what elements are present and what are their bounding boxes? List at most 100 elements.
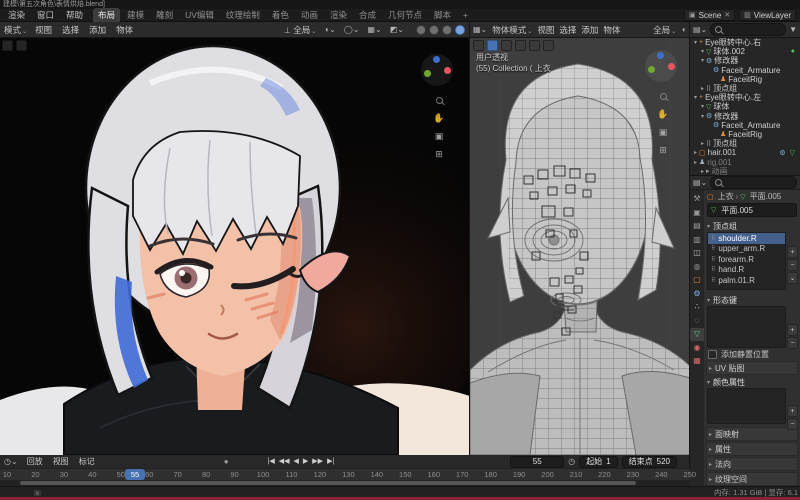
- disclosure-icon[interactable]: ▸: [692, 149, 699, 156]
- outliner-search-input[interactable]: [710, 23, 787, 36]
- current-frame-field[interactable]: 55: [510, 455, 565, 468]
- topbar-menu[interactable]: 帮助: [66, 9, 83, 21]
- vertex-groups-panel-header[interactable]: ▾ 顶点组: [704, 220, 800, 232]
- outliner-row[interactable]: ▾ ⚙ 修改器: [690, 56, 800, 65]
- properties-search-input[interactable]: [710, 176, 797, 189]
- vertex-group-item[interactable]: ⠿ palm.01.R: [708, 275, 785, 286]
- vertex-group-item[interactable]: ⠿ hand.R: [708, 265, 785, 276]
- workspace-tab[interactable]: 着色: [267, 8, 294, 22]
- scrollbar-thumb[interactable]: [20, 481, 636, 485]
- workspace-tab[interactable]: 脚本: [429, 8, 456, 22]
- outliner-row[interactable]: ▾ + Eye眼转中心.左: [690, 93, 800, 102]
- xray-toggle-icon[interactable]: [501, 40, 512, 51]
- rendered-viewport[interactable]: ✋ ▣ ⊞: [0, 38, 470, 455]
- axis-y-icon[interactable]: [424, 70, 431, 77]
- remove-button[interactable]: −: [787, 337, 798, 349]
- viewport-menu[interactable]: 选择: [559, 24, 576, 36]
- outliner-row[interactable]: ♟ FaceitRig: [690, 75, 800, 84]
- add-button[interactable]: +: [787, 324, 798, 336]
- collapsed-section[interactable]: ▸ 面映射: [706, 427, 798, 441]
- viewport-menu[interactable]: 物体: [116, 24, 133, 36]
- scene-selector[interactable]: ▣ Scene ✕: [683, 9, 736, 21]
- outliner-row[interactable]: ▸ ♟ rig.001: [690, 157, 800, 167]
- properties-tab-particles[interactable]: ∴: [690, 301, 704, 314]
- disclosure-icon[interactable]: ▾: [692, 94, 699, 101]
- frame-start-field[interactable]: 起始 1: [579, 455, 618, 468]
- timeline-menu[interactable]: 标记: [79, 456, 95, 467]
- timeline-editor-icon[interactable]: ◷⌄: [4, 457, 18, 466]
- properties-tab-world[interactable]: ◍: [690, 261, 704, 274]
- viewport-menu[interactable]: 添加: [89, 24, 106, 36]
- gizmo-toggle-icon[interactable]: [473, 40, 484, 51]
- camera-view-icon[interactable]: ▣: [657, 126, 669, 138]
- viewport-menu[interactable]: 物体: [603, 24, 620, 36]
- properties-tab-object-data[interactable]: ▽: [690, 328, 704, 341]
- snap-magnet-icon[interactable]: ◖⌄: [324, 25, 336, 34]
- axis-z-icon[interactable]: [657, 52, 664, 59]
- rest-position-checkbox[interactable]: [708, 349, 717, 359]
- workspace-tab[interactable]: 动画: [296, 8, 323, 22]
- collapsed-section[interactable]: ▸ 法向: [706, 457, 798, 471]
- outliner-row[interactable]: ▸ ▢ hair.001 ⚙ ▽: [690, 148, 800, 157]
- collapsed-section[interactable]: ▸ 纹理空间: [706, 472, 798, 486]
- tool-icon[interactable]: [2, 40, 13, 51]
- add-button[interactable]: +: [787, 246, 798, 258]
- add-button[interactable]: +: [787, 405, 798, 417]
- play-reverse-button[interactable]: ◀: [294, 458, 299, 465]
- filter-icon[interactable]: ▼: [789, 25, 797, 34]
- properties-tab-output[interactable]: ▤: [690, 220, 704, 233]
- solid-shading-icon[interactable]: [429, 24, 439, 35]
- next-keyframe-button[interactable]: ▶▶: [312, 458, 323, 465]
- jump-to-start-button[interactable]: |◀: [268, 458, 275, 465]
- vertex-group-item[interactable]: ⠿ shoulder.R: [708, 233, 785, 244]
- navigation-gizmo[interactable]: [645, 50, 677, 82]
- breadcrumb-object[interactable]: 上衣: [718, 191, 734, 202]
- outliner-row[interactable]: ▾ ⚙ 修改器: [690, 112, 800, 121]
- axis-x-icon[interactable]: [668, 63, 675, 70]
- workspace-tab[interactable]: 纹理绘制: [221, 8, 265, 22]
- disclosure-icon[interactable]: ▾: [699, 113, 706, 120]
- overlays-toggle-icon[interactable]: [487, 40, 498, 51]
- current-frame-badge[interactable]: 55: [125, 469, 146, 480]
- workspace-tab[interactable]: 几何节点: [383, 8, 427, 22]
- orientation-dropdown[interactable]: ⊥ 全局⌄: [284, 24, 316, 36]
- disclosure-icon[interactable]: ▾: [699, 103, 706, 110]
- specials-menu-button[interactable]: ⌄: [787, 272, 798, 284]
- workspace-tab[interactable]: UV编辑: [180, 8, 219, 22]
- topbar-menu[interactable]: 渲染: [8, 9, 25, 21]
- outliner-row[interactable]: ▸ ▸ 动画: [690, 167, 800, 175]
- frame-end-field[interactable]: 结束点 520: [621, 455, 677, 468]
- section-uv-maps[interactable]: ▸ UV 贴图: [706, 361, 798, 375]
- workspace-tab[interactable]: 渲染: [325, 8, 352, 22]
- outliner-row[interactable]: ⚙ Faceit_Armature: [690, 66, 800, 75]
- editor-type-icon[interactable]: ▦⌄: [473, 25, 487, 34]
- snap-magnet-icon[interactable]: ◖: [681, 25, 686, 34]
- auto-keying-icon[interactable]: ●: [224, 457, 229, 466]
- color-attributes-panel-header[interactable]: ▾ 颜色属性: [704, 376, 800, 388]
- workspace-tab[interactable]: 雕刻: [151, 8, 178, 22]
- ortho-toggle-icon[interactable]: ⊞: [433, 148, 445, 160]
- axis-z-icon[interactable]: [433, 56, 440, 63]
- orientation-dropdown[interactable]: 全局⌄: [653, 24, 676, 36]
- properties-tab-modifiers[interactable]: ⚙: [690, 288, 704, 301]
- outliner-row[interactable]: ▾ + Eye眼转中心.右: [690, 38, 800, 47]
- wireframe-viewport[interactable]: 用户透视 (55) Collection ( 上衣 ✋ ▣ ⊞: [470, 38, 690, 455]
- vertex-group-item[interactable]: ⠿ upper_arm.R: [708, 244, 785, 255]
- shape-keys-panel-header[interactable]: ▾ 形态键: [704, 294, 800, 306]
- jump-to-end-button[interactable]: ▶|: [327, 458, 334, 465]
- remove-button[interactable]: −: [787, 418, 798, 430]
- properties-tab-physics[interactable]: ◌: [690, 315, 704, 328]
- outliner-row[interactable]: ⚙ Faceit_Armature: [690, 121, 800, 130]
- rendered-shading-icon[interactable]: [455, 24, 465, 35]
- play-button[interactable]: ▶: [303, 458, 308, 465]
- options-icon[interactable]: [16, 40, 27, 51]
- camera-view-icon[interactable]: ▣: [433, 130, 445, 142]
- workspace-tab[interactable]: +: [458, 9, 473, 21]
- properties-editor-icon[interactable]: ▤⌄: [693, 178, 707, 187]
- outliner-row[interactable]: ▾ ▽ 球体.002 ●: [690, 47, 800, 56]
- breadcrumb-data[interactable]: 平面.005: [750, 191, 782, 202]
- prev-keyframe-button[interactable]: ◀◀: [279, 458, 290, 465]
- workspace-tab[interactable]: 合成: [354, 8, 381, 22]
- timeline-menu[interactable]: 回放: [27, 456, 43, 467]
- outliner-row[interactable]: ▾ ▽ 球体: [690, 102, 800, 111]
